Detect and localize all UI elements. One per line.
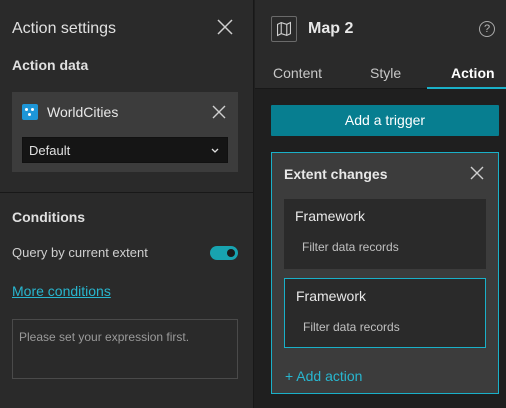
widget-title: Map 2: [308, 20, 354, 37]
more-conditions-link[interactable]: More conditions: [12, 283, 111, 299]
data-source-name: WorldCities: [47, 104, 119, 120]
tab-action[interactable]: Action: [451, 65, 495, 81]
conditions-title: Conditions: [12, 209, 86, 225]
action-settings-panel: Action settings Action data WorldCities …: [0, 0, 254, 408]
map-icon: [271, 16, 297, 42]
action-item[interactable]: Framework Filter data records: [284, 199, 486, 269]
help-icon[interactable]: ?: [479, 21, 495, 37]
trigger-title: Extent changes: [284, 166, 388, 182]
close-icon[interactable]: [216, 18, 234, 36]
action-description: Filter data records: [302, 240, 399, 254]
tab-style[interactable]: Style: [370, 65, 401, 81]
add-action-button[interactable]: + Add action: [285, 368, 362, 384]
panel-title: Action settings: [12, 20, 117, 37]
datasource-icon: [22, 104, 38, 120]
data-view-select[interactable]: Default: [22, 137, 228, 163]
tab-content[interactable]: Content: [273, 65, 322, 81]
action-tab-content: Add a trigger Extent changes Framework F…: [255, 89, 506, 408]
remove-data-source-icon[interactable]: [212, 105, 226, 119]
toggle-knob: [227, 249, 235, 257]
add-trigger-button[interactable]: Add a trigger: [271, 105, 499, 136]
chevron-down-icon: [211, 148, 219, 153]
trigger-card: Extent changes Framework Filter data rec…: [271, 152, 499, 394]
action-description: Filter data records: [303, 320, 400, 334]
action-name: Framework: [295, 208, 366, 224]
query-extent-toggle[interactable]: [210, 246, 238, 260]
action-name: Framework: [296, 288, 367, 304]
widget-settings-panel: Map 2 ? Content Style Action Add a trigg…: [255, 0, 506, 408]
close-icon[interactable]: [470, 166, 484, 180]
action-data-title: Action data: [12, 57, 89, 73]
divider: [0, 192, 254, 193]
data-source-card: WorldCities Default: [12, 92, 238, 172]
expression-input[interactable]: Please set your expression first.: [12, 319, 238, 379]
settings-tabs: Content Style Action: [255, 58, 506, 89]
query-extent-label: Query by current extent: [12, 245, 148, 260]
data-view-value: Default: [29, 143, 71, 158]
action-item-selected[interactable]: Framework Filter data records: [284, 278, 486, 348]
